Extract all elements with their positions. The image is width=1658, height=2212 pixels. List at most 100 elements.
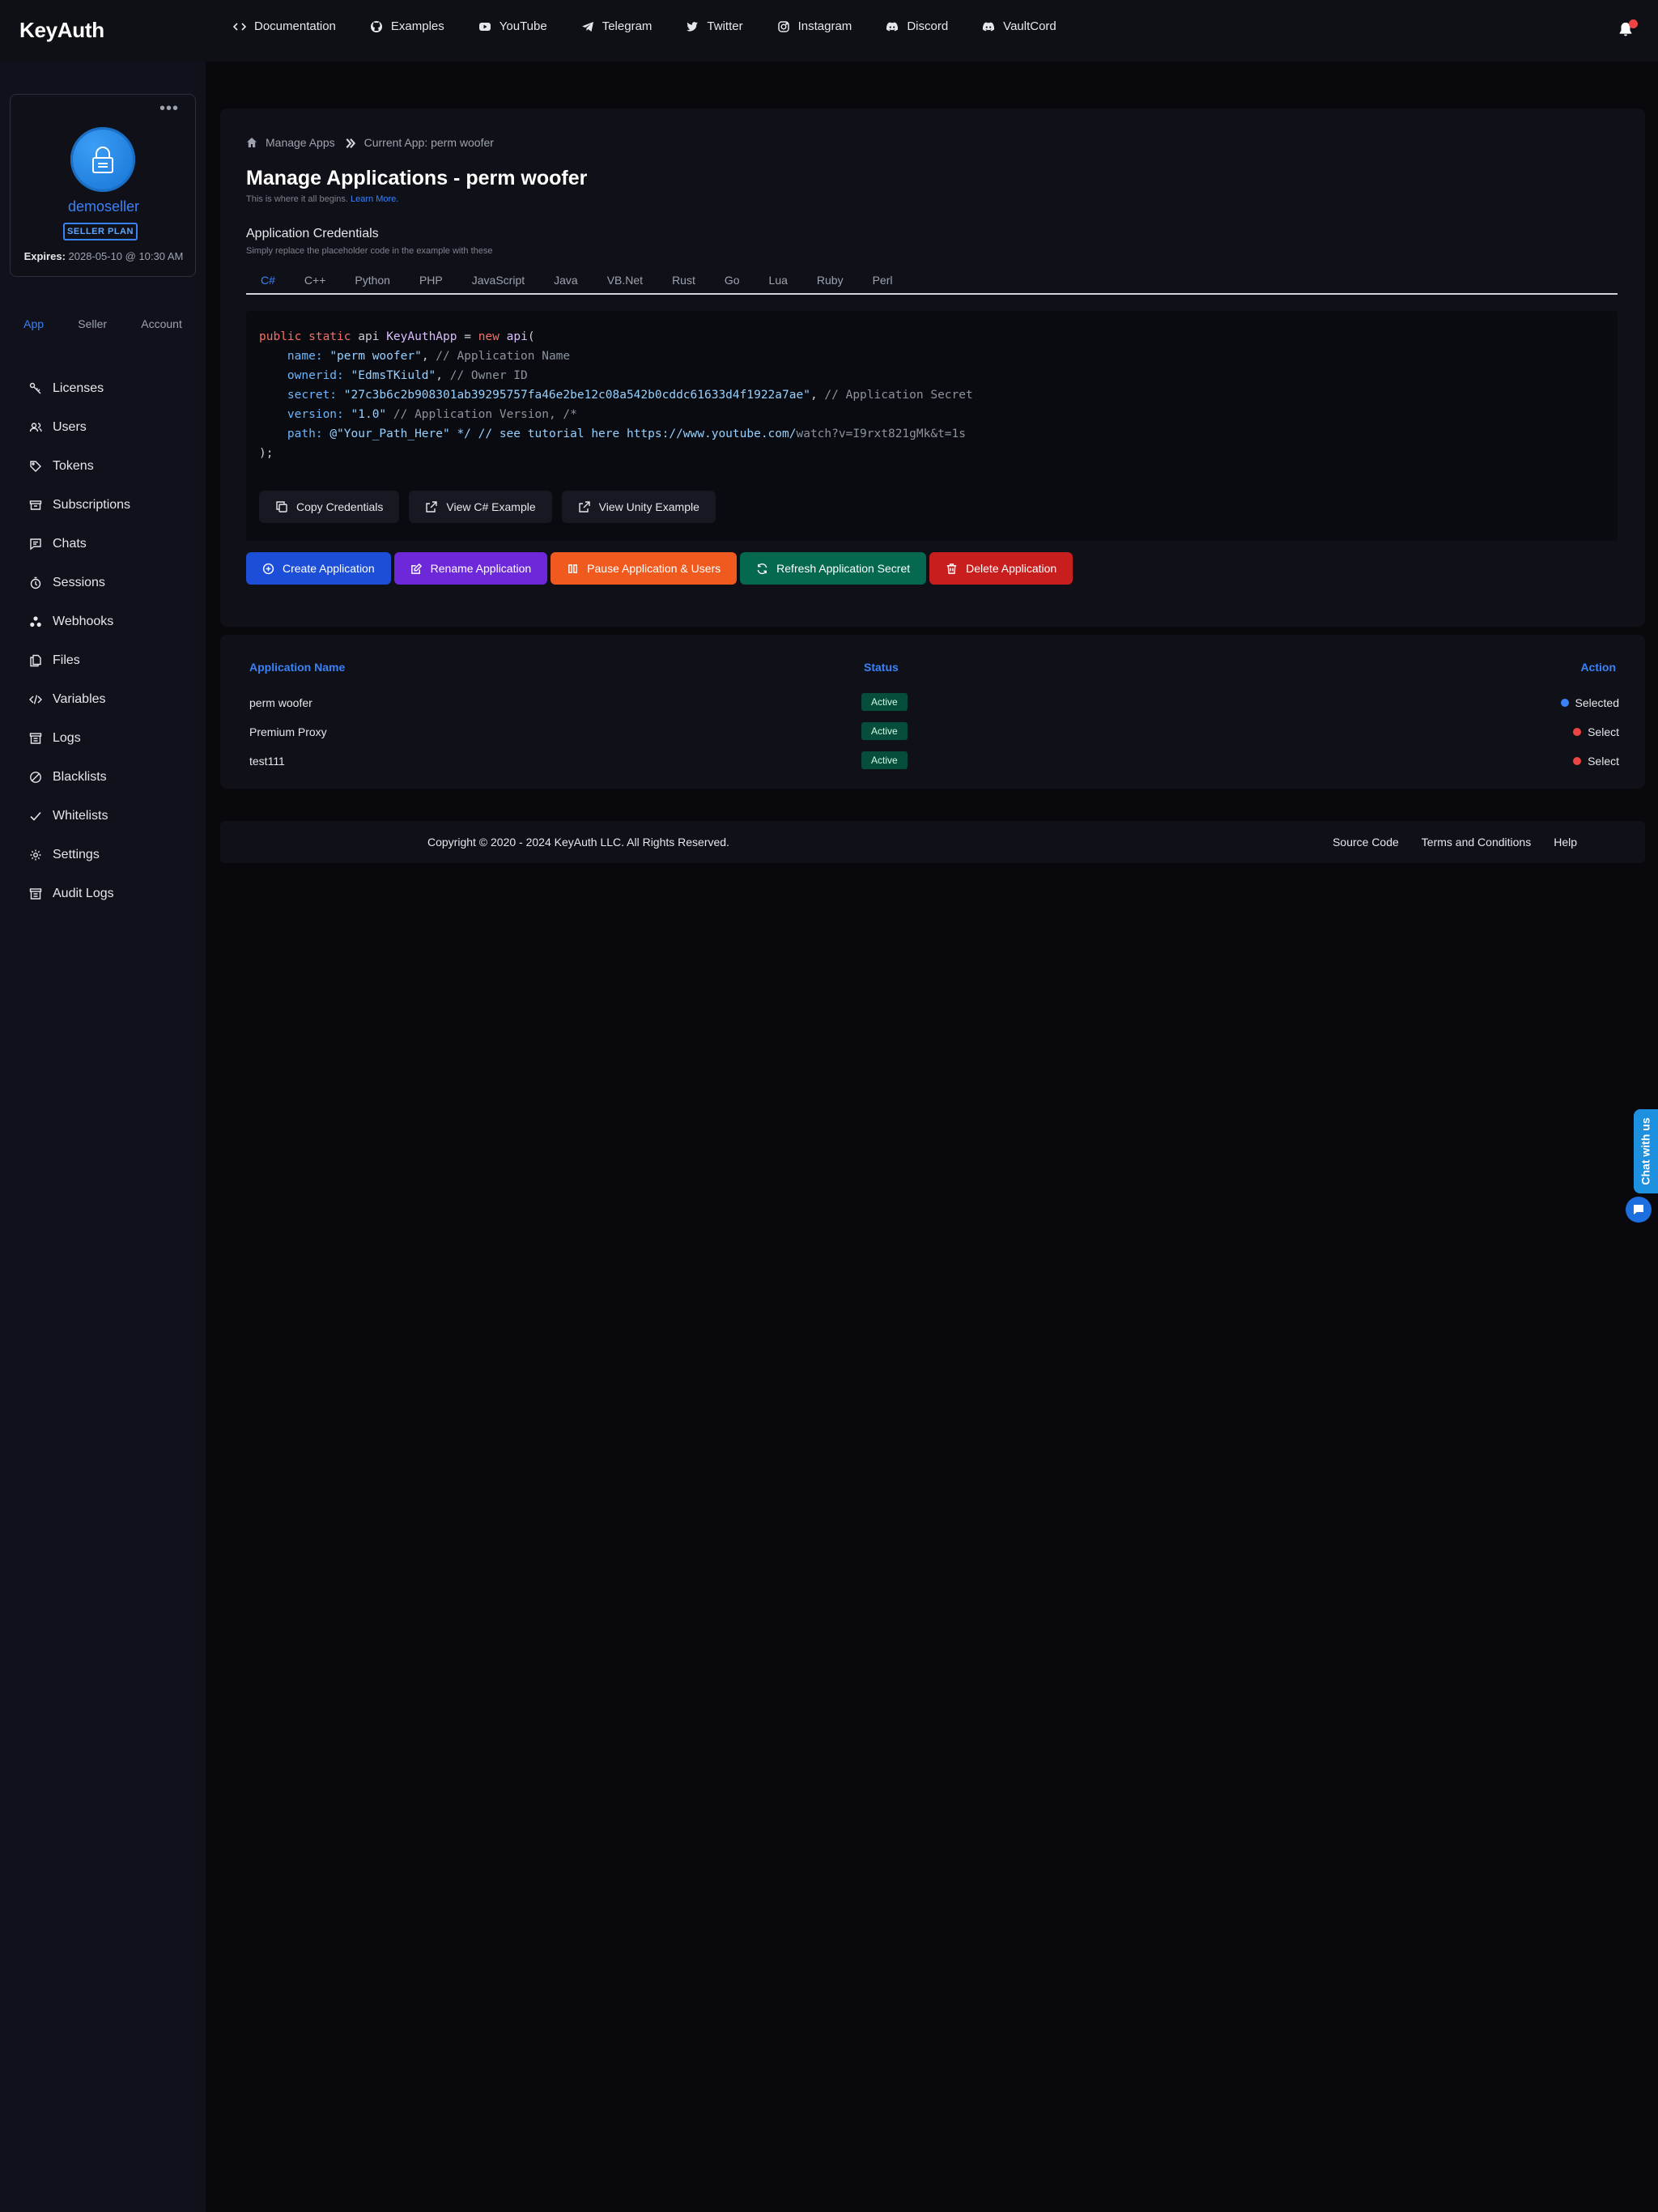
tab-account[interactable]: Account: [141, 317, 182, 330]
sidebar-item-users[interactable]: Users: [29, 408, 130, 447]
tab-go[interactable]: Go: [710, 267, 755, 293]
sidebar-item-label: Audit Logs: [53, 887, 114, 900]
nav-discord[interactable]: Discord: [886, 19, 948, 33]
sidebar-item-label: Chats: [53, 537, 87, 551]
footer-link-terms[interactable]: Terms and Conditions: [1422, 836, 1531, 849]
language-tabs: C# C++ Python PHP JavaScript Java VB.Net…: [246, 267, 1618, 295]
trash-icon: [946, 563, 958, 575]
tab-app[interactable]: App: [23, 317, 44, 330]
view-unity-example-button[interactable]: View Unity Example: [561, 491, 716, 523]
code-token: static: [308, 330, 351, 343]
code-app-name: "perm woofer": [329, 350, 422, 363]
table-row: test111 Active Select: [220, 747, 1645, 776]
more-options-icon[interactable]: •••: [159, 100, 179, 118]
footer-link-source-code[interactable]: Source Code: [1333, 836, 1399, 849]
notifications-bell[interactable]: [1617, 19, 1638, 40]
tab-perl[interactable]: Perl: [858, 267, 908, 293]
nav-label: YouTube: [499, 19, 547, 33]
tab-rust[interactable]: Rust: [657, 267, 710, 293]
chat-bubble-button[interactable]: [1626, 1197, 1652, 1223]
sidebar: ••• demoseller SELLER PLAN Expires: 2028…: [0, 62, 206, 2212]
credentials-title: Application Credentials: [246, 227, 379, 240]
code-token: name:: [287, 350, 323, 363]
sidebar-item-settings[interactable]: Settings: [29, 836, 130, 874]
sidebar-item-label: Licenses: [53, 381, 104, 395]
nav-label: Telegram: [602, 19, 653, 33]
code-comment: // Application Secret: [824, 389, 973, 402]
sidebar-item-files[interactable]: Files: [29, 641, 130, 680]
sidebar-item-label: Variables: [53, 692, 106, 706]
nav-label: Examples: [390, 19, 444, 33]
telegram-icon: [581, 20, 594, 33]
view-csharp-example-button[interactable]: View C# Example: [409, 491, 552, 523]
code-owner-id: "EdmsTKiuld": [351, 369, 436, 382]
nav-youtube[interactable]: YouTube: [478, 19, 547, 33]
sidebar-item-logs[interactable]: Logs: [29, 719, 130, 758]
nav-twitter[interactable]: Twitter: [686, 19, 743, 33]
chevron-right-icon: [345, 138, 355, 148]
sidebar-item-variables[interactable]: Variables: [29, 680, 130, 719]
sidebar-item-webhooks[interactable]: Webhooks: [29, 602, 130, 641]
column-header-name: Application Name: [249, 661, 346, 674]
code-token: path:: [287, 428, 323, 440]
code-comment: // Application Version, /*: [393, 408, 577, 421]
tab-seller[interactable]: Seller: [78, 317, 107, 330]
button-label: Rename Application: [430, 562, 532, 575]
chat-with-us-tab[interactable]: Chat with us: [1634, 1109, 1658, 1193]
tab-lua[interactable]: Lua: [755, 267, 802, 293]
page-subtitle-text: This is where it all begins.: [246, 194, 348, 204]
nav-instagram[interactable]: Instagram: [777, 19, 852, 33]
ban-icon: [29, 771, 53, 784]
sidebar-item-tokens[interactable]: Tokens: [29, 447, 130, 486]
application-actions: Create Application Rename Application Pa…: [246, 552, 1073, 585]
rename-application-button[interactable]: Rename Application: [393, 552, 548, 585]
sidebar-item-audit-logs[interactable]: Audit Logs: [29, 874, 130, 913]
table-row: Premium Proxy Active Select: [220, 717, 1645, 747]
sidebar-item-label: Tokens: [53, 459, 94, 473]
tab-cpp[interactable]: C++: [290, 267, 340, 293]
nav-examples[interactable]: Examples: [370, 19, 444, 33]
avatar: [70, 127, 135, 192]
button-label: Create Application: [283, 562, 375, 575]
sidebar-item-label: Settings: [53, 848, 100, 861]
sidebar-item-blacklists[interactable]: Blacklists: [29, 758, 130, 797]
footer: Copyright © 2020 - 2024 KeyAuth LLC. All…: [220, 821, 1645, 863]
select-app-button[interactable]: Select: [1573, 755, 1619, 768]
profile-card: ••• demoseller SELLER PLAN Expires: 2028…: [10, 94, 196, 277]
select-app-button[interactable]: Selected: [1560, 696, 1619, 709]
footer-link-help[interactable]: Help: [1554, 836, 1577, 849]
tab-ruby[interactable]: Ruby: [802, 267, 858, 293]
tab-vbnet[interactable]: VB.Net: [593, 267, 657, 293]
button-label: Delete Application: [966, 562, 1057, 575]
tab-csharp[interactable]: C#: [246, 267, 290, 293]
delete-application-button[interactable]: Delete Application: [929, 552, 1073, 585]
nav-vaultcord[interactable]: VaultCord: [982, 19, 1056, 33]
sidebar-tabs: App Seller Account: [0, 317, 206, 330]
breadcrumb-manage-apps[interactable]: Manage Apps: [266, 136, 335, 149]
keyauth-logo[interactable]: KeyAuth: [19, 18, 104, 43]
tab-javascript[interactable]: JavaScript: [457, 267, 539, 293]
external-link-icon: [578, 500, 591, 513]
sidebar-item-sessions[interactable]: Sessions: [29, 564, 130, 602]
app-name: test111: [249, 755, 285, 768]
refresh-icon: [756, 563, 768, 575]
sidebar-item-whitelists[interactable]: Whitelists: [29, 797, 130, 836]
pause-application-button[interactable]: Pause Application & Users: [551, 552, 738, 585]
sidebar-item-licenses[interactable]: Licenses: [29, 369, 130, 408]
plus-circle-icon: [262, 563, 274, 575]
refresh-secret-button[interactable]: Refresh Application Secret: [740, 552, 927, 585]
code-token: version:: [287, 408, 344, 421]
sidebar-item-chats[interactable]: Chats: [29, 525, 130, 564]
create-application-button[interactable]: Create Application: [246, 552, 391, 585]
tab-python[interactable]: Python: [340, 267, 405, 293]
nav-telegram[interactable]: Telegram: [581, 19, 653, 33]
select-app-button[interactable]: Select: [1573, 725, 1619, 738]
nav-documentation[interactable]: Documentation: [233, 19, 336, 33]
tab-java[interactable]: Java: [539, 267, 593, 293]
learn-more-link[interactable]: Learn More.: [351, 194, 398, 204]
copy-credentials-button[interactable]: Copy Credentials: [259, 491, 400, 523]
tab-php[interactable]: PHP: [405, 267, 457, 293]
sidebar-item-subscriptions[interactable]: Subscriptions: [29, 486, 130, 525]
copyright-text: Copyright © 2020 - 2024 KeyAuth LLC. All…: [427, 836, 729, 849]
button-label: View C# Example: [446, 500, 536, 513]
